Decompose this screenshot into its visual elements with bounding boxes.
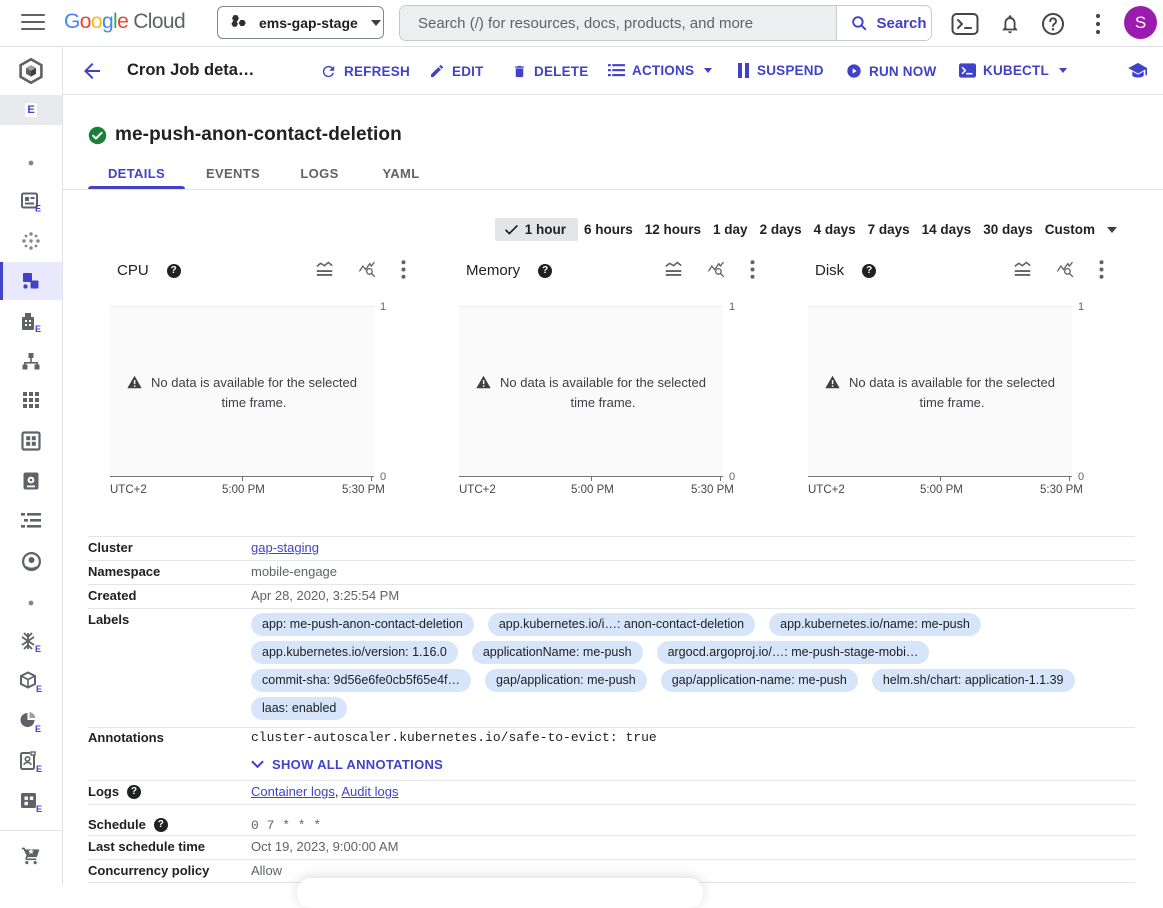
svg-text:E: E <box>36 684 42 693</box>
svg-text:E: E <box>35 324 41 333</box>
svg-text:E: E <box>35 644 41 653</box>
svg-text:E: E <box>36 804 42 813</box>
svg-text:E: E <box>35 724 41 733</box>
svg-text:E: E <box>36 764 42 773</box>
svg-text:E: E <box>35 204 41 213</box>
